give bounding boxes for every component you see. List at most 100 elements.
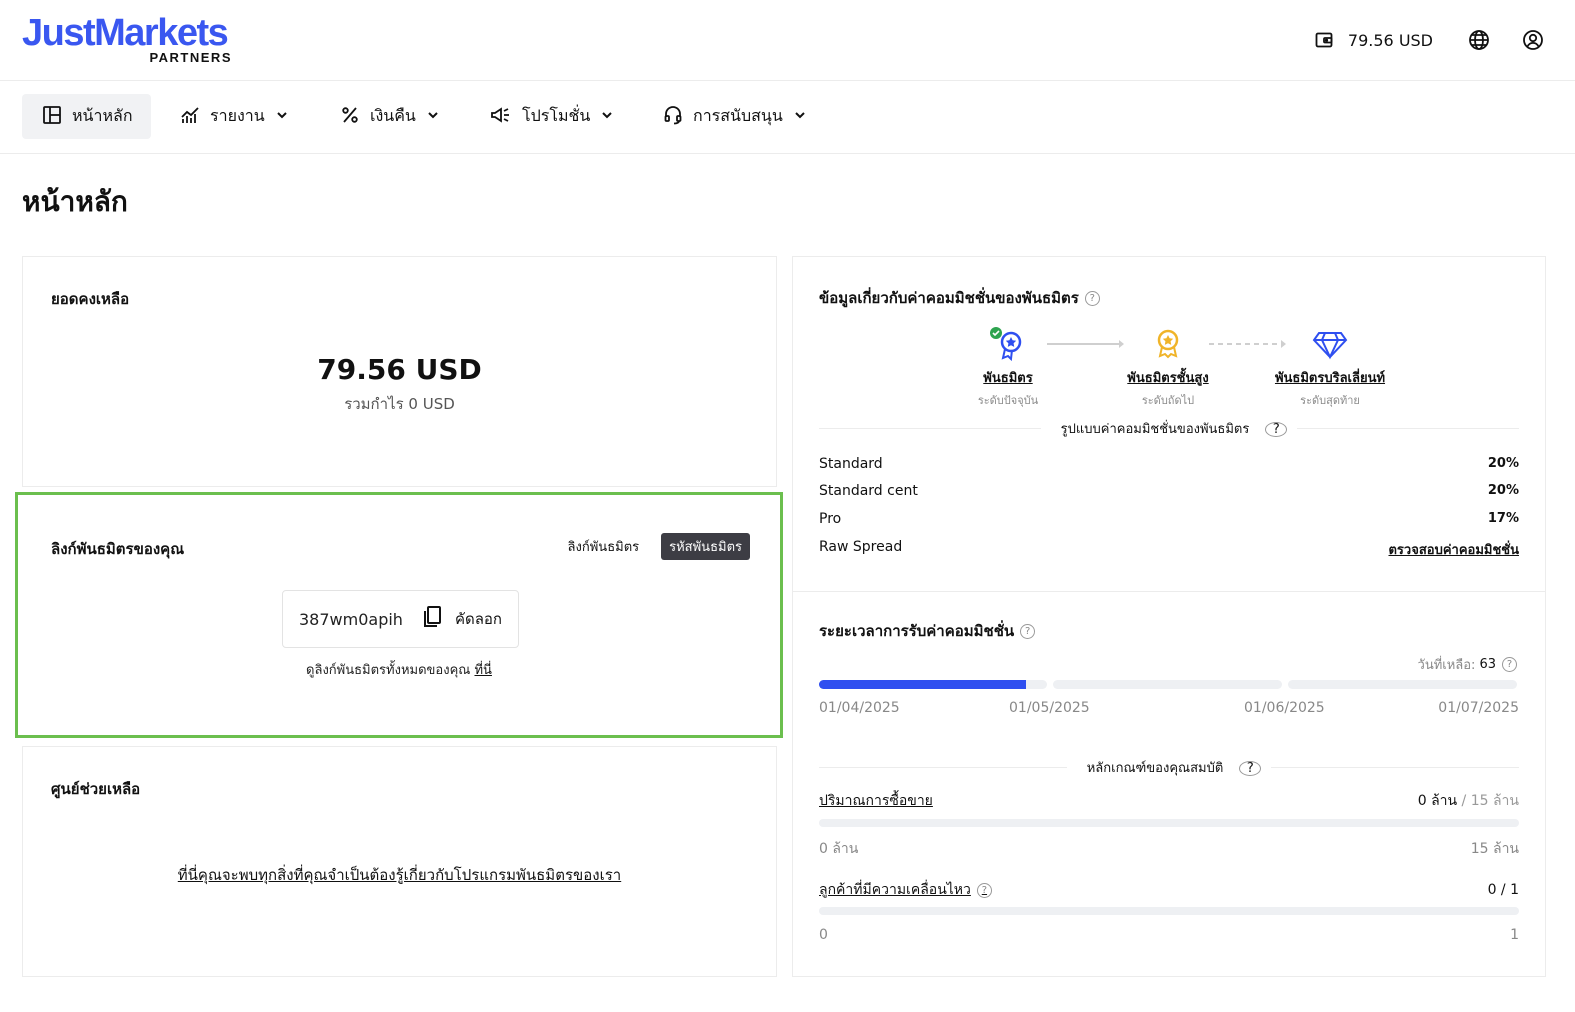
tab-affiliate-link[interactable]: ลิงก์พันธมิตร [560, 533, 648, 560]
help-question-icon[interactable]: ? [1020, 624, 1036, 639]
volume-target: / 15 ล้าน [1461, 793, 1519, 809]
timeline-date: 01/06/2025 [1244, 700, 1325, 716]
help-center-link[interactable]: ที่นี่คุณจะพบทุกสิ่งที่คุณจำเป็นต้องรู้เ… [23, 863, 776, 887]
medal-icon [990, 327, 1022, 362]
criteria-divider: หลักเกณฑ์ของคุณสมบัติ? [819, 757, 1519, 777]
see-all-prefix: ดูลิงก์พันธมิตรทั้งหมดของคุณ [306, 663, 471, 678]
help-question-icon[interactable]: ? [1239, 760, 1262, 776]
globe-icon[interactable] [1467, 28, 1491, 52]
see-all-links-link[interactable]: ที่นี่ [474, 663, 491, 678]
affiliate-code-box: 387wm0apih คัดลอก [282, 590, 519, 648]
balance-profit-sub: รวมกำไร 0 USD [344, 395, 455, 413]
dashboard-icon [42, 105, 62, 129]
justmarkets-logo[interactable]: JustMarkets PARTNERS [22, 12, 232, 67]
commission-rates-title: รูปแบบค่าคอมมิชชั่นของพันธมิตร [1060, 421, 1250, 437]
days-left-label: วันที่เหลือ: [1417, 658, 1476, 673]
range-min: 0 ล้าน [819, 841, 859, 857]
rate-row-standard-cent: Standard cent 20% [819, 483, 1519, 499]
page-title: หน้าหลัก [22, 185, 128, 218]
timeline-elapsed-fill [819, 680, 1027, 689]
active-clients-link[interactable]: ลูกค้าที่มีความเคลื่อนไหว? [819, 879, 992, 901]
rate-value: 17% [1487, 511, 1519, 526]
active-clients-label: ลูกค้าที่มีความเคลื่อนไหว [819, 882, 971, 898]
level-name: พันธมิตรชั้นสูง [1127, 371, 1209, 386]
range-min: 0 [819, 927, 828, 943]
headset-icon [663, 105, 683, 129]
days-left: วันที่เหลือ: 63 ? [1418, 654, 1517, 675]
criteria-title: หลักเกณฑ์ของคุณสมบัติ [1086, 760, 1224, 776]
active-clients-progress [819, 907, 1519, 915]
timeline-date: 01/04/2025 [819, 700, 900, 716]
megaphone-icon [490, 105, 512, 129]
commission-rates-divider: รูปแบบค่าคอมมิชชั่นของพันธมิตร? [819, 418, 1519, 438]
rate-name: Standard cent [819, 483, 918, 499]
nav-label: โปรโมชั่น [522, 106, 591, 125]
tab-affiliate-code[interactable]: รหัสพันธมิตร [661, 533, 750, 560]
range-max: 1 [1510, 927, 1519, 943]
copy-button[interactable]: คัดลอก [455, 607, 502, 631]
active-clients-value: 0 / 1 [1487, 882, 1519, 898]
volume-current: 0 ล้าน [1417, 793, 1458, 809]
gold-medal-icon [1157, 329, 1179, 359]
nav-item-dashboard[interactable]: หน้าหลัก [22, 94, 151, 139]
rate-row-standard: Standard 20% [819, 456, 1519, 472]
section-divider [793, 591, 1545, 592]
chevron-down-icon [600, 107, 614, 126]
top-header: JustMarkets PARTNERS 79.56 USD [0, 0, 1575, 81]
rate-name: Raw Spread [819, 539, 903, 555]
wallet-icon [1312, 28, 1336, 52]
diamond-icon [1312, 332, 1348, 360]
nav-item-support[interactable]: การสนับสนุน [653, 94, 817, 139]
affiliate-link-card: ลิงก์พันธมิตรของคุณ ลิงก์พันธมิตร รหัสพั… [15, 492, 783, 738]
balance-value: 79.56 USD [317, 353, 482, 386]
timeline-date: 01/05/2025 [1009, 700, 1090, 716]
help-question-icon[interactable]: ? [976, 882, 992, 898]
help-question-icon[interactable]: ? [1084, 291, 1100, 306]
commission-info-card: ข้อมูลเกี่ยวกับค่าคอมมิชชั่นของพันธมิตร?… [792, 256, 1546, 977]
help-center-card: ศูนย์ช่วยเหลือ ที่นี่คุณจะพบทุกสิ่งที่คุ… [22, 746, 777, 977]
commission-period-title: ระยะเวลาการรับค่าคอมมิชชั่น? [819, 619, 1036, 643]
help-center-title: ศูนย์ช่วยเหลือ [51, 780, 141, 798]
rate-value: 20% [1487, 483, 1519, 498]
balance-card: ยอดคงเหลือ 79.56 USD รวมกำไร 0 USD [22, 256, 777, 487]
help-question-icon[interactable]: ? [1502, 657, 1517, 672]
header-balance[interactable]: 79.56 USD [1312, 28, 1433, 52]
copy-icon[interactable] [421, 605, 443, 633]
criteria-trading-volume: ปริมาณการซื้อขาย 0 ล้าน / 15 ล้าน [819, 790, 1519, 812]
percent-icon [340, 105, 360, 129]
commission-period-timeline [819, 680, 1519, 689]
nav-label: รายงาน [210, 106, 265, 125]
rate-value: 20% [1487, 456, 1519, 471]
nav-item-reports[interactable]: รายงาน [170, 94, 299, 139]
timeline-segment-april [819, 680, 1047, 689]
criteria-active-clients: ลูกค้าที่มีความเคลื่อนไหว? 0 / 1 [819, 879, 1519, 901]
level-sub: ระดับถัดไป [1141, 394, 1195, 407]
header-balance-text: 79.56 USD [1347, 30, 1433, 50]
help-question-icon[interactable]: ? [1265, 421, 1288, 437]
see-all-links-text: ดูลิงก์พันธมิตรทั้งหมดของคุณ ที่นี่ [18, 659, 780, 680]
trading-volume-link[interactable]: ปริมาณการซื้อขาย [819, 790, 933, 812]
nav-item-cashback[interactable]: เงินคืน [330, 94, 450, 139]
chart-icon [180, 105, 200, 129]
commission-info-title-text: ข้อมูลเกี่ยวกับค่าคอมมิชชั่นของพันธมิตร [819, 289, 1079, 307]
commission-info-title: ข้อมูลเกี่ยวกับค่าคอมมิชชั่นของพันธมิตร? [819, 286, 1100, 310]
chevron-down-icon [793, 107, 807, 126]
rate-row-pro: Pro 17% [819, 511, 1519, 527]
chevron-down-icon [275, 107, 289, 126]
trading-volume-progress [819, 819, 1519, 827]
user-account-icon[interactable] [1521, 28, 1545, 52]
nav-item-promotions[interactable]: โปรโมชั่น [480, 94, 624, 139]
level-name: พันธมิตรบริลเลี่ยนท์ [1274, 371, 1386, 386]
nav-label: การสนับสนุน [693, 106, 783, 125]
timeline-date: 01/07/2025 [1438, 700, 1519, 716]
rate-name: Pro [819, 511, 842, 527]
main-nav: หน้าหลัก รายงาน เงินคืน โปรโมชั่น การสนั… [0, 81, 1575, 154]
check-commission-link[interactable]: ตรวจสอบค่าคอมมิชชั่น [1388, 539, 1519, 560]
level-sub: ระดับสุดท้าย [1300, 394, 1360, 407]
level-name: พันธมิตร [983, 371, 1033, 386]
affiliate-code-value: 387wm0apih [299, 609, 403, 629]
link-code-toggle: ลิงก์พันธมิตร รหัสพันธมิตร [560, 533, 750, 560]
level-brilliant-affiliate[interactable]: พันธมิตรบริลเลี่ยนท์ ระดับสุดท้าย [1260, 327, 1400, 409]
affiliate-link-title: ลิงก์พันธมิตรของคุณ [51, 540, 185, 558]
timeline-segment-may [1053, 680, 1282, 689]
